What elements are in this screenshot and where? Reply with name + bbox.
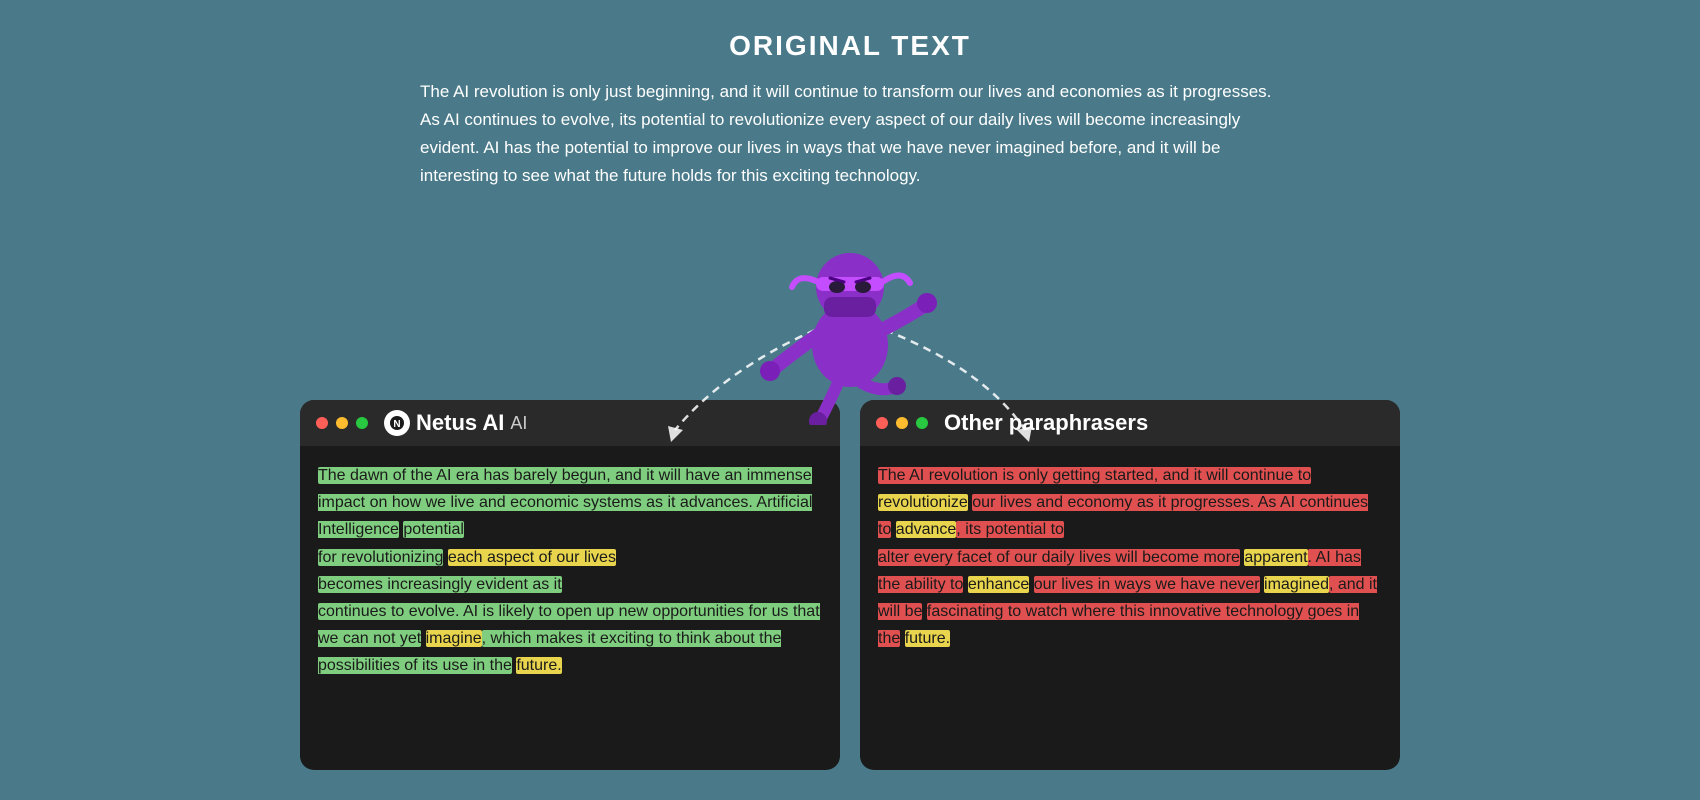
dot-yellow-netus [336,417,348,429]
other-hl-11: imagined [1264,576,1329,593]
netus-hl-2: potential [403,521,464,538]
dot-green-netus [356,417,368,429]
other-panel-content: The AI revolution is only getting starte… [860,446,1400,668]
other-hl-9: enhance [968,576,1029,593]
page-container: ORIGINAL TEXT The AI revolution is only … [0,0,1700,800]
original-text-section: ORIGINAL TEXT The AI revolution is only … [420,30,1280,190]
original-text-body: The AI revolution is only just beginning… [420,78,1280,190]
other-hl-13: fascinating to watch where this innovati… [878,603,1359,647]
other-panel: Other paraphrasers The AI revolution is … [860,400,1400,770]
netus-hl-9: future. [516,657,561,674]
netus-hl-4: each aspect of our lives [448,549,616,566]
other-hl-4: advance [896,521,957,538]
other-hl-14: future. [905,630,950,647]
netus-hl-7: imagine [426,630,482,647]
netus-logo-icon: N [384,410,410,436]
netus-hl-5: becomes increasingly evident as it [318,576,562,593]
other-hl-1: The AI revolution is only getting starte… [878,467,1311,484]
other-hl-10: our lives in ways we have never [1034,576,1260,593]
other-hl-2: revolutionize [878,494,968,511]
svg-text:N: N [393,419,400,430]
netus-panel: N Netus AI AI The dawn of the AI era has… [300,400,840,770]
other-hl-6: alter every facet of our daily lives wil… [878,549,1240,566]
other-hl-7: apparent [1244,549,1307,566]
netus-panel-content: The dawn of the AI era has barely begun,… [300,446,840,696]
dot-red-netus [316,417,328,429]
original-text-title: ORIGINAL TEXT [420,30,1280,62]
other-hl-5: , its potential to [956,521,1064,538]
ninja-character [750,215,950,425]
netus-hl-1: The dawn of the AI era has barely begun,… [318,467,812,538]
panels-container: N Netus AI AI The dawn of the AI era has… [300,400,1400,770]
netus-hl-3: for revolutionizing [318,549,443,566]
